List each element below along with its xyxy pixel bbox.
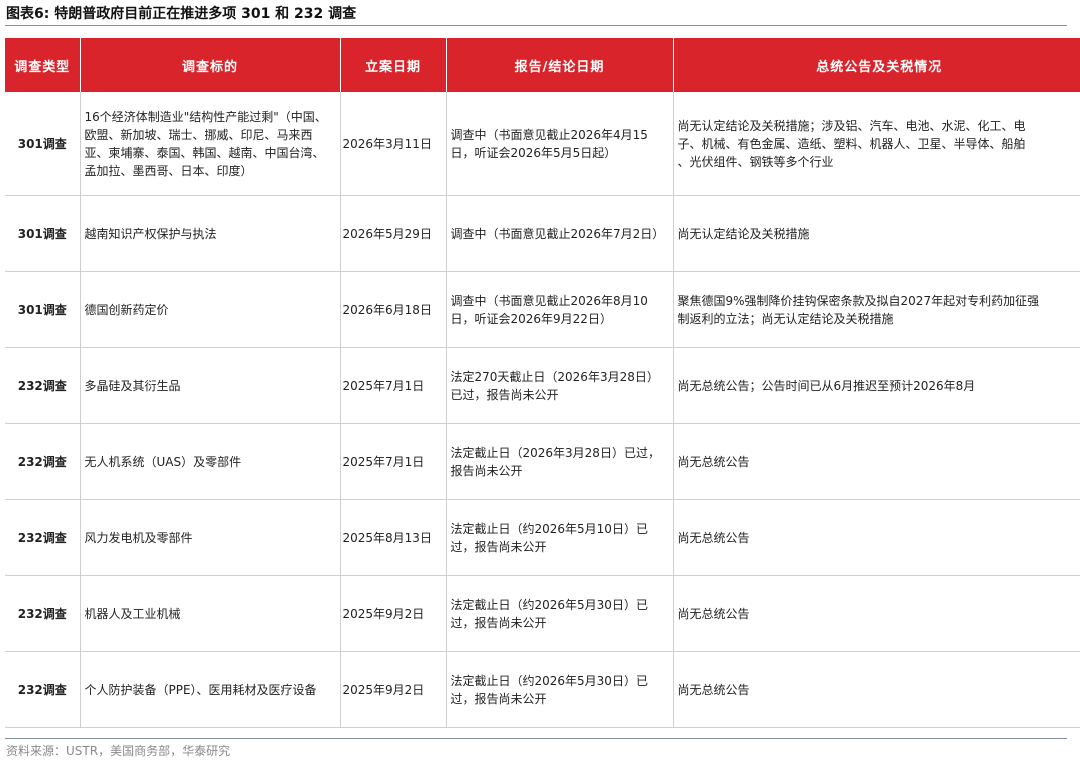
notice-line: 尚无总统公告 (677, 530, 750, 545)
investigation-type: 232调查 (5, 651, 80, 728)
filing-date: 2025年7月1日 (339, 423, 446, 500)
filing-date: 2025年7月1日 (339, 347, 446, 424)
notice-line: 尚无总统公告 (677, 682, 750, 697)
report-date: 调查中（书面意见截止2026年4月15日，听证会2026年5月5日起） (445, 92, 673, 196)
investigation-target: 16个经济体制造业"结构性产能过剩"（中国、欧盟、新加坡、瑞士、挪威、印尼、马来… (79, 92, 340, 196)
report-date: 法定截止日（约2026年5月10日）已过，报告尚未公开 (445, 499, 673, 576)
header-cell-notice: 总统公告及关税情况 (672, 38, 1080, 92)
table-row: 232调查 多晶硅及其衍生品 2025年7月1日 法定270天截止日（2026年… (5, 347, 1080, 424)
notice-status: 聚焦德国9%强制降价挂钩保密条款及拟自2027年起对专利药加征强 制返利的立法；… (672, 271, 1080, 348)
source-note: 资料来源：USTR，美国商务部，华泰研究 (6, 744, 231, 758)
filing-date: 2025年9月2日 (339, 651, 446, 728)
filing-date: 2026年3月11日 (339, 92, 446, 196)
table-row: 232调查 风力发电机及零部件 2025年8月13日 法定截止日（约2026年5… (5, 499, 1080, 576)
filing-date: 2025年8月13日 (339, 499, 446, 576)
table-row: 232调查 个人防护装备（PPE）、医用耗材及医疗设备 2025年9月2日 法定… (5, 651, 1080, 728)
notice-status: 尚无总统公告 (672, 575, 1080, 652)
header-cell-type: 调查类型 (5, 38, 80, 92)
table-row: 301调查 越南知识产权保护与执法 2026年5月29日 调查中（书面意见截止2… (5, 195, 1080, 272)
investigation-target: 个人防护装备（PPE）、医用耗材及医疗设备 (79, 651, 340, 728)
notice-line: 尚无认定结论及关税措施 (677, 226, 810, 241)
investigation-type: 301调查 (5, 271, 80, 348)
filing-date: 2026年6月18日 (339, 271, 446, 348)
figure-title: 图表6: 特朗普政府目前正在推进多项 301 和 232 调查 (6, 6, 357, 22)
header-cell-date: 立案日期 (339, 38, 446, 92)
investigation-target: 风力发电机及零部件 (79, 499, 340, 576)
notice-line: 制返利的立法；尚无认定结论及关税措施 (677, 311, 894, 326)
notice-line: 尚无认定结论及关税措施；涉及铝、汽车、电池、水泥、化工、电 (677, 118, 1026, 133)
notice-status: 尚无总统公告 (672, 423, 1080, 500)
investigation-target: 机器人及工业机械 (79, 575, 340, 652)
report-date: 法定截止日（约2026年5月30日）已过，报告尚未公开 (445, 651, 673, 728)
notice-status: 尚无认定结论及关税措施 (672, 195, 1080, 272)
report-date: 调查中（书面意见截止2026年8月10日，听证会2026年9月22日） (445, 271, 673, 348)
notice-status: 尚无认定结论及关税措施；涉及铝、汽车、电池、水泥、化工、电 子、机械、有色金属、… (672, 92, 1080, 196)
title-divider (5, 25, 1067, 26)
investigation-type: 232调查 (5, 347, 80, 424)
notice-status: 尚无总统公告 (672, 499, 1080, 576)
report-date: 法定截止日（约2026年5月30日）已过，报告尚未公开 (445, 575, 673, 652)
report-date: 法定截止日（2026年3月28日）已过，报告尚未公开 (445, 423, 673, 500)
investigation-target: 德国创新药定价 (79, 271, 340, 348)
investigation-target: 多晶硅及其衍生品 (79, 347, 340, 424)
notice-line: 尚无总统公告；公告时间已从6月推迟至预计2026年8月 (677, 378, 976, 393)
investigation-target: 无人机系统（UAS）及零部件 (79, 423, 340, 500)
investigations-table: 调查类型 调查标的 立案日期 报告/结论日期 总统公告及关税情况 301调查 1… (5, 38, 1080, 728)
table-row: 232调查 机器人及工业机械 2025年9月2日 法定截止日（约2026年5月3… (5, 575, 1080, 652)
filing-date: 2026年5月29日 (339, 195, 446, 272)
investigation-type: 301调查 (5, 92, 80, 196)
table-row: 232调查 无人机系统（UAS）及零部件 2025年7月1日 法定截止日（202… (5, 423, 1080, 500)
notice-status: 尚无总统公告 (672, 651, 1080, 728)
investigation-type: 232调查 (5, 423, 80, 500)
investigation-type: 232调查 (5, 575, 80, 652)
notice-line: 尚无总统公告 (677, 454, 750, 469)
notice-line: 尚无总统公告 (677, 606, 750, 621)
footer-divider (5, 738, 1067, 739)
filing-date: 2025年9月2日 (339, 575, 446, 652)
notice-line: 、光伏组件、钢铁等多个行业 (677, 154, 834, 169)
header-cell-target: 调查标的 (79, 38, 340, 92)
investigation-type: 232调查 (5, 499, 80, 576)
table-header-row: 调查类型 调查标的 立案日期 报告/结论日期 总统公告及关税情况 (5, 38, 1080, 92)
investigation-type: 301调查 (5, 195, 80, 272)
report-date: 法定270天截止日（2026年3月28日）已过，报告尚未公开 (445, 347, 673, 424)
notice-line: 聚焦德国9%强制降价挂钩保密条款及拟自2027年起对专利药加征强 (677, 293, 1040, 308)
header-cell-report: 报告/结论日期 (445, 38, 673, 92)
table-row: 301调查 德国创新药定价 2026年6月18日 调查中（书面意见截止2026年… (5, 271, 1080, 348)
investigation-target: 越南知识产权保护与执法 (79, 195, 340, 272)
table-row: 301调查 16个经济体制造业"结构性产能过剩"（中国、欧盟、新加坡、瑞士、挪威… (5, 92, 1080, 196)
report-date: 调查中（书面意见截止2026年7月2日） (445, 195, 673, 272)
notice-status: 尚无总统公告；公告时间已从6月推迟至预计2026年8月 (672, 347, 1080, 424)
notice-line: 子、机械、有色金属、造纸、塑料、机器人、卫星、半导体、船舶 (677, 136, 1026, 151)
